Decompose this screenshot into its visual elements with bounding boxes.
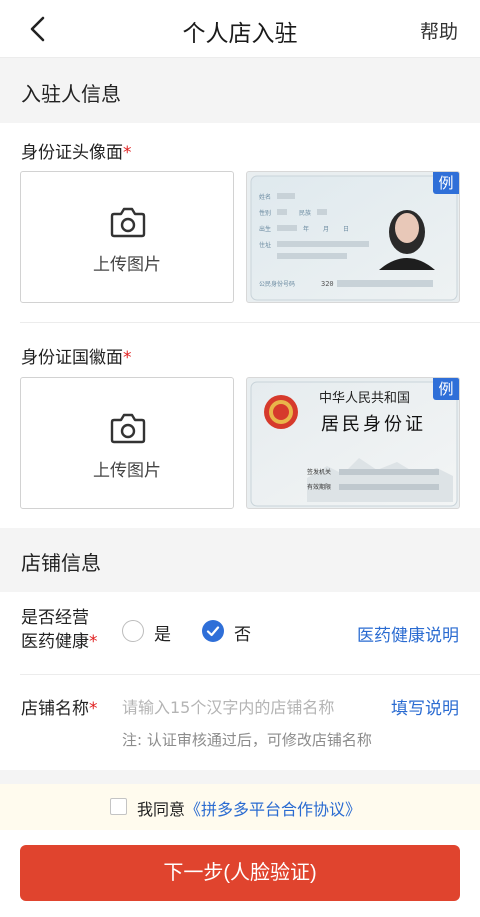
- card-country-text: 中华人民共和国: [319, 391, 410, 406]
- required-mark: *: [123, 348, 132, 368]
- camera-icon: [110, 413, 146, 444]
- checkmark-icon: [206, 626, 220, 637]
- card-day: 日: [343, 226, 349, 233]
- agreement-checkbox[interactable]: [110, 798, 127, 815]
- card-year: 年: [303, 225, 309, 233]
- card-birth-label: 出生: [259, 225, 271, 233]
- medical-explain-link[interactable]: 医药健康说明: [357, 621, 459, 646]
- required-mark: *: [89, 632, 98, 652]
- radio-no-selected[interactable]: [202, 620, 224, 642]
- shop-name-label: 店铺名称*: [21, 699, 98, 719]
- bottom-bar: 下一步(人脸验证): [0, 830, 480, 917]
- required-mark: *: [123, 143, 132, 163]
- card-month: 月: [323, 226, 329, 233]
- card-gender-label: 性别: [259, 209, 271, 217]
- agreement-link[interactable]: 《拼多多平台合作协议》: [185, 800, 361, 819]
- card-validity-label: 有效期限: [307, 483, 331, 491]
- id-front-example-image: 姓名 性别 民族 出生 年 月 日 住址 公民身份号码 320 例: [246, 171, 460, 303]
- id-front-upload-button[interactable]: 上传图片: [20, 171, 234, 303]
- example-tag: 例: [433, 378, 459, 400]
- applicant-panel: 身份证头像面* 上传图片 姓名 性别 民族 出生 年 月 日 住址 公民身份号码…: [0, 123, 480, 528]
- agreement-text: 我同意《拼多多平台合作协议》: [137, 800, 362, 819]
- divider: [20, 674, 480, 675]
- card-ethnicity-label: 民族: [299, 209, 311, 217]
- section-header-applicant: 入驻人信息: [0, 59, 480, 123]
- id-front-label: 身份证头像面*: [21, 143, 132, 163]
- shop-panel: 是否经营 医药健康* 是 否 医药健康说明 店铺名称* 请输入15个汉字内的店铺…: [0, 592, 480, 770]
- fill-instructions-link[interactable]: 填写说明: [391, 694, 459, 719]
- radio-no-label[interactable]: 否: [234, 620, 251, 645]
- id-back-example-image: 中华人民共和国 居民身份证 签发机关 有效期限 例: [246, 377, 460, 509]
- id-card-back-illustration: 中华人民共和国 居民身份证 签发机关 有效期限: [250, 381, 458, 507]
- section-header-shop: 店铺信息: [0, 528, 480, 592]
- id-back-upload-button[interactable]: 上传图片: [20, 377, 234, 509]
- section-title-shop: 店铺信息: [21, 551, 101, 575]
- camera-icon: [110, 207, 146, 238]
- page-title: 个人店入驻: [182, 21, 298, 47]
- upload-label: 上传图片: [93, 255, 161, 275]
- upload-label: 上传图片: [93, 461, 161, 481]
- card-title-text: 居民身份证: [321, 414, 426, 435]
- id-back-label: 身份证国徽面*: [21, 348, 132, 368]
- card-issuer-label: 签发机关: [307, 468, 331, 476]
- top-nav-bar: 个人店入驻 帮助: [0, 0, 480, 58]
- card-idno-prefix: 320: [321, 280, 334, 288]
- medical-question-label: 是否经营 医药健康*: [21, 608, 98, 652]
- card-address-label: 住址: [259, 241, 271, 249]
- next-step-button[interactable]: 下一步(人脸验证): [20, 845, 460, 901]
- divider: [20, 322, 480, 323]
- radio-yes[interactable]: [122, 620, 144, 642]
- card-name-label: 姓名: [259, 193, 271, 201]
- help-link[interactable]: 帮助: [420, 17, 458, 44]
- agreement-bar: 我同意《拼多多平台合作协议》: [0, 784, 480, 830]
- id-card-front-illustration: 姓名 性别 民族 出生 年 月 日 住址 公民身份号码 320: [250, 175, 458, 301]
- radio-yes-label[interactable]: 是: [154, 620, 171, 645]
- shop-name-input[interactable]: 请输入15个汉字内的店铺名称: [122, 694, 334, 718]
- required-mark: *: [89, 699, 98, 719]
- shop-name-note: 注: 认证审核通过后，可修改店铺名称: [122, 731, 372, 749]
- card-idno-label: 公民身份号码: [259, 280, 295, 288]
- section-title-applicant: 入驻人信息: [21, 82, 121, 106]
- example-tag: 例: [433, 172, 459, 194]
